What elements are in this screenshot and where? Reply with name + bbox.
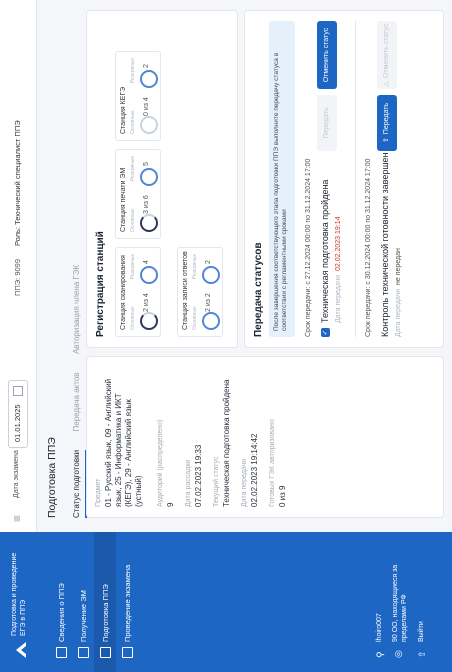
page-title: Подготовка ППЭ [46,437,58,518]
sidebar-item-info[interactable]: Сведения о ППЭ [50,532,72,672]
divider [355,21,356,337]
progress-ring [202,266,220,284]
transfer-panel: Передача статусов После завершения соотв… [244,10,444,348]
calendar-icon [13,386,23,396]
sidebar-item-prep[interactable]: Подготовка ППЭ [94,532,116,672]
topbar: ≡ Дата экзамена 01.01.2025 ППЭ: 9099 Рол… [0,0,37,532]
progress-ring [140,312,158,330]
warning-icon: △ [383,81,390,87]
exam-date-input[interactable]: 01.01.2025 [8,380,28,448]
logout-icon: ⇧ [417,650,427,658]
logout-button[interactable]: ⇧ Выйти [412,532,432,672]
stations-title: Регистрация станций [95,231,106,337]
summary-panel: Предмет 01 - Русский язык, 09 - Английски… [86,356,444,518]
tab-status[interactable]: Статус подготовки [72,449,87,518]
user-icon: ⚲ [375,651,385,658]
document-icon [56,647,67,658]
station-card: Станция записи ответов Основных Резервны… [177,247,223,337]
tab-acts[interactable]: Передача актов [72,372,85,431]
location-icon: ◎ [393,650,403,658]
transfer-title: Передача статусов [253,242,264,337]
main-area: ≡ Дата экзамена 01.01.2025 ППЭ: 9099 Рол… [0,0,452,532]
tab-gek[interactable]: Авторизация члена ГЭК [72,265,85,354]
progress-ring [202,312,220,330]
progress-ring [140,116,158,134]
cancel-status-button[interactable]: Отменить статус [317,21,337,89]
sidebar-item-exam[interactable]: Проведение экзамена [116,532,138,672]
tab-bar: Статус подготовки Передача актов Авториз… [66,251,87,518]
settings-icon [100,647,111,658]
check-icon: ✓ [321,328,330,337]
sidebar-item-em[interactable]: Получение ЭМ [72,532,94,672]
progress-ring [140,70,158,88]
menu-icon[interactable]: ≡ [10,515,24,522]
cancel-status-button-disabled: △Отменить статус [377,21,397,89]
transfer-button-disabled: Передать [317,95,337,151]
stations-panel: Регистрация станций Станция сканирования… [86,10,238,348]
progress-ring [140,214,158,232]
sidebar-panel: Подготовка и проведение ЕГЭ в ППЭ Сведени… [0,532,452,672]
app-window: Подготовка и проведение ЕГЭ в ППЭ Сведени… [0,0,452,672]
station-card: Станция сканирования Основных Резервных … [115,247,161,337]
info-box: После завершения соответствующего этапа … [269,21,295,337]
station-card: Станция печати ЭМ Основных Резервных 3 и… [115,149,161,239]
download-icon [78,647,89,658]
user-info: ⚲ lhoiro007 [375,613,385,658]
logo-icon [12,640,30,660]
transfer-button[interactable]: ⇪Передать [377,95,397,151]
upload-icon: ⇪ [383,137,390,144]
brand-title: Подготовка и проведение ЕГЭ в ППЭ [11,552,27,636]
exam-icon [122,647,133,658]
progress-ring [140,266,158,284]
station-card: Станция КЕГЭ Основных Резервных 0 из 4 2 [115,51,161,141]
org-info: ◎ 90 ОО, находящиеся за пределами РФ [392,564,408,658]
progress-ring [140,168,158,186]
